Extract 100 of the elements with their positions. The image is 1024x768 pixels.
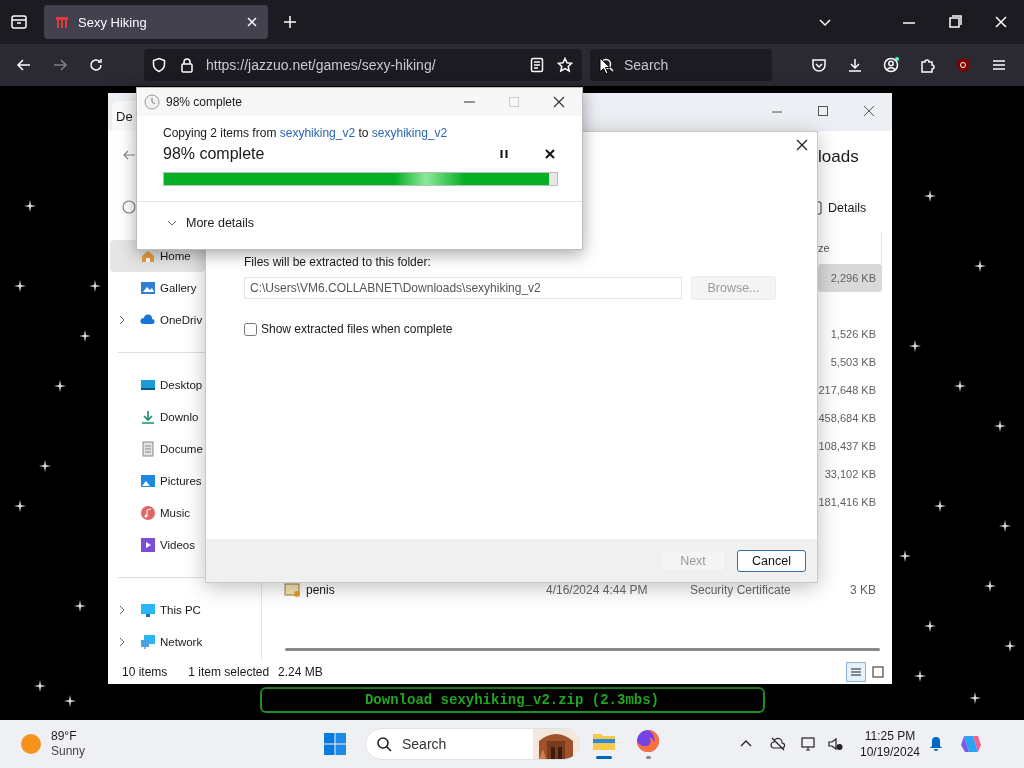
nav-item[interactable]: Videos	[110, 529, 205, 561]
copilot-icon[interactable]	[960, 733, 982, 755]
url-field[interactable]: https://jazzuo.net/games/sexy-hiking/	[206, 57, 529, 73]
gallery-icon	[140, 280, 156, 296]
back-icon[interactable]	[16, 57, 32, 73]
sparkle-star	[924, 620, 936, 632]
search-field[interactable]: Search	[624, 57, 772, 73]
nav-item[interactable]: Music	[110, 497, 205, 529]
folder-path-field[interactable]: C:\Users\VM6.COLLABNET\Downloads\sexyhiking_v2	[244, 277, 682, 299]
reader-view-icon[interactable]	[529, 57, 545, 73]
favicon-icon	[54, 14, 70, 30]
back-arrow-icon[interactable]	[122, 148, 136, 162]
video-icon	[140, 537, 156, 553]
document-icon	[140, 441, 156, 457]
chevron-right-icon[interactable]	[118, 605, 126, 615]
tab-title: Sexy Hiking	[78, 14, 148, 30]
sparkle-star	[909, 340, 921, 352]
start-icon[interactable]	[324, 733, 346, 755]
sparkle-star	[89, 280, 101, 292]
sparkle-star	[969, 692, 981, 704]
chevron-right-icon[interactable]	[118, 315, 126, 325]
nav-item[interactable]: This PC	[110, 594, 205, 626]
nav-item[interactable]: Docume	[110, 433, 205, 465]
pause-icon[interactable]	[499, 149, 509, 159]
file-row[interactable]: 5,503 KB	[818, 348, 882, 376]
firefox-icon[interactable]	[636, 729, 660, 753]
search-field[interactable]: Search	[402, 736, 522, 752]
sparkle-star	[14, 280, 26, 292]
file-row[interactable]: 181,416 KB	[818, 488, 882, 516]
nav-item[interactable]: Downlo	[110, 401, 205, 433]
close-icon[interactable]	[795, 138, 809, 152]
monitor-icon	[140, 602, 156, 618]
scrollbar[interactable]	[285, 648, 880, 651]
folder-label: Files will be extracted to this folder:	[244, 255, 432, 269]
sparkle-star	[24, 200, 36, 212]
sparkle-star	[999, 520, 1011, 532]
picture-icon	[140, 473, 156, 489]
certificate-icon	[284, 582, 302, 598]
nav-item[interactable]: OneDriv	[110, 304, 205, 336]
explorer-tab[interactable]: De	[116, 108, 133, 124]
desktop-icon	[140, 377, 156, 393]
tab-list-icon[interactable]	[10, 13, 28, 31]
pocket-icon[interactable]	[811, 57, 827, 73]
sparkle-star	[954, 380, 966, 392]
file-name: penis	[306, 583, 336, 597]
shield-icon[interactable]	[151, 57, 167, 73]
sparkle-star	[74, 600, 86, 612]
search-bar[interactable]: Search	[365, 728, 580, 760]
browser-tab[interactable]: Sexy Hiking	[44, 5, 268, 39]
column-header[interactable]: ze	[818, 242, 830, 254]
selection-info: 1 item selected	[188, 665, 270, 679]
shield-badge-icon[interactable]	[955, 57, 971, 73]
address-bar[interactable]: https://jazzuo.net/games/sexy-hiking/	[144, 49, 582, 81]
folder-link[interactable]: sexyhiking_v2	[371, 126, 448, 140]
cancel-button[interactable]: Cancel	[737, 549, 806, 572]
reload-icon[interactable]	[88, 57, 104, 73]
file-row[interactable]: 1,526 KB	[818, 320, 882, 348]
sparkle-star	[924, 190, 936, 202]
circle-icon[interactable]	[122, 200, 136, 214]
temperature: 89°F	[51, 729, 78, 744]
sparkle-star	[39, 460, 51, 472]
clock-time[interactable]: 11:25 PM	[864, 728, 916, 744]
clock-date[interactable]: 10/19/2024	[859, 744, 921, 760]
nav-item[interactable]: Gallery	[110, 272, 205, 304]
download-icon[interactable]	[847, 57, 863, 73]
sparkle-star	[984, 580, 996, 592]
search-icon	[376, 736, 392, 752]
star-icon[interactable]	[557, 57, 573, 73]
speaker-muted-icon[interactable]	[827, 736, 843, 752]
folder-link[interactable]: sexyhiking_v2	[279, 126, 356, 140]
close-icon[interactable]	[545, 149, 555, 159]
lock-icon	[181, 57, 193, 73]
file-row[interactable]: 458,684 KB	[818, 404, 882, 432]
new-tab-icon[interactable]	[282, 14, 298, 30]
sparkle-star	[54, 380, 66, 392]
chevron-right-icon[interactable]	[118, 637, 126, 647]
dialog-title: 98% complete	[166, 95, 243, 109]
menu-icon[interactable]	[991, 57, 1007, 73]
download-button[interactable]: Download sexyhiking_v2.zip (2.3mbs)	[259, 687, 765, 713]
puzzle-icon[interactable]	[919, 57, 935, 73]
sparkle-star	[974, 260, 986, 272]
file-row[interactable]: 108,437 KB	[818, 432, 882, 460]
nav-item[interactable]: Network	[110, 626, 205, 658]
bell-icon[interactable]	[929, 736, 943, 752]
search-bar[interactable]: Search	[590, 49, 772, 81]
cloud-off-icon[interactable]	[770, 736, 786, 752]
nav-item[interactable]: Pictures	[110, 465, 205, 497]
monitor-icon[interactable]	[801, 736, 817, 752]
nav-item[interactable]: Desktop	[110, 369, 205, 401]
progress-status: 98% complete	[163, 145, 266, 163]
more-details-toggle[interactable]: More details	[186, 216, 255, 230]
sun-icon	[20, 733, 42, 755]
file-row[interactable]: 2,296 KB	[818, 264, 882, 292]
file-size: 3 KB	[849, 583, 877, 597]
checkbox[interactable]	[244, 322, 257, 336]
file-row[interactable]: 33,102 KB	[818, 460, 882, 488]
account-icon[interactable]	[883, 57, 899, 73]
copy-summary: Copying 2 items from sexyhiking_v2 to sexyhiking_v2	[163, 126, 449, 140]
file-row[interactable]: 217,648 KB	[818, 376, 882, 404]
item-count: 10 items	[122, 665, 168, 679]
